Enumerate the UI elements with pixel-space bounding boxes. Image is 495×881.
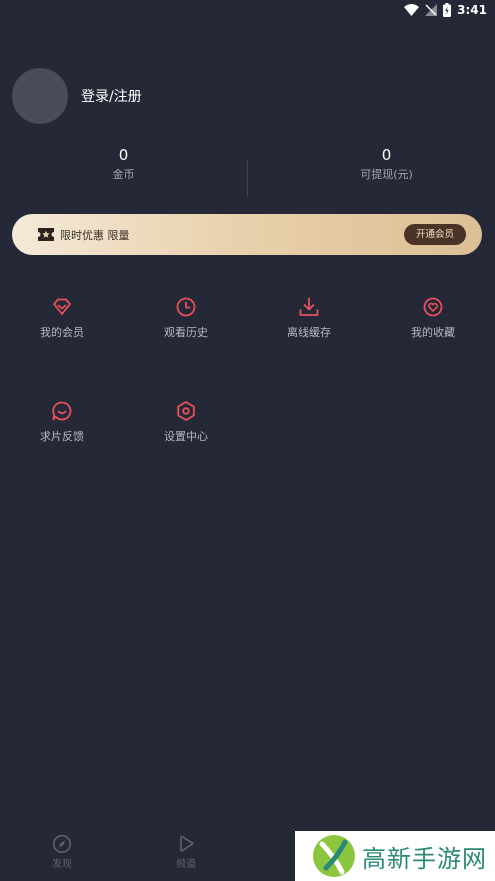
diamond-icon (53, 298, 71, 315)
menu-item-my-vip[interactable]: 我的会员 (0, 296, 124, 340)
menu-item-label: 我的收藏 (411, 326, 455, 339)
coins-label: 金币 (112, 168, 135, 181)
chat-icon (52, 401, 72, 421)
download-icon (299, 297, 319, 316)
compass-icon (52, 834, 72, 854)
status-bar: 3:41 (0, 0, 495, 22)
heart-icon (423, 297, 443, 317)
menu-item-label: 离线缓存 (287, 326, 331, 339)
avatar[interactable] (12, 68, 68, 124)
status-time: 3:41 (457, 3, 487, 17)
withdrawable-value: 0 (381, 146, 392, 164)
coins-value: 0 (118, 146, 129, 164)
menu-item-label: 求片反馈 (40, 430, 84, 443)
menu-item-label: 我的会员 (40, 326, 84, 339)
settings-icon (177, 401, 195, 421)
tab-channel[interactable]: 频道 (156, 834, 216, 870)
open-vip-button[interactable]: 开通会员 (403, 224, 466, 245)
menu-item-my-favorites[interactable]: 我的收藏 (371, 296, 495, 340)
wifi-icon (404, 4, 420, 16)
withdrawable-stat[interactable]: 0 可提现(元) (263, 145, 495, 182)
status-icons: 3:41 (404, 3, 487, 17)
profile-section[interactable]: 登录/注册 (12, 68, 142, 124)
vip-banner[interactable]: 限时优惠 限量 开通会员 (12, 214, 482, 255)
menu-item-label: 设置中心 (164, 430, 208, 443)
stats-divider (247, 159, 248, 197)
play-icon (180, 835, 194, 852)
tab-label: 频道 (176, 859, 196, 870)
tab-discover[interactable]: 发现 (32, 834, 92, 870)
watermark-text: 高新手游网 (362, 844, 487, 873)
tab-label: 发现 (52, 859, 72, 870)
stats-row: 0 金币 0 可提现(元) (0, 145, 495, 200)
ticket-star-icon (38, 228, 54, 241)
no-signal-icon (425, 4, 438, 16)
withdrawable-label: 可提现(元) (360, 168, 413, 181)
login-register-link[interactable]: 登录/注册 (81, 86, 142, 106)
menu-item-offline-cache[interactable]: 离线缓存 (247, 296, 371, 340)
site-watermark: 高新手游网 (295, 831, 495, 881)
coins-stat[interactable]: 0 金币 (0, 145, 247, 182)
menu-item-request-feedback[interactable]: 求片反馈 (0, 400, 124, 444)
watermark-logo (313, 835, 355, 877)
vip-promo-text: 限时优惠 限量 (60, 228, 130, 242)
battery-icon (443, 3, 452, 17)
menu-item-watch-history[interactable]: 观看历史 (124, 296, 248, 340)
menu-item-settings[interactable]: 设置中心 (124, 400, 248, 444)
menu-item-label: 观看历史 (164, 326, 208, 339)
clock-icon (176, 297, 196, 317)
